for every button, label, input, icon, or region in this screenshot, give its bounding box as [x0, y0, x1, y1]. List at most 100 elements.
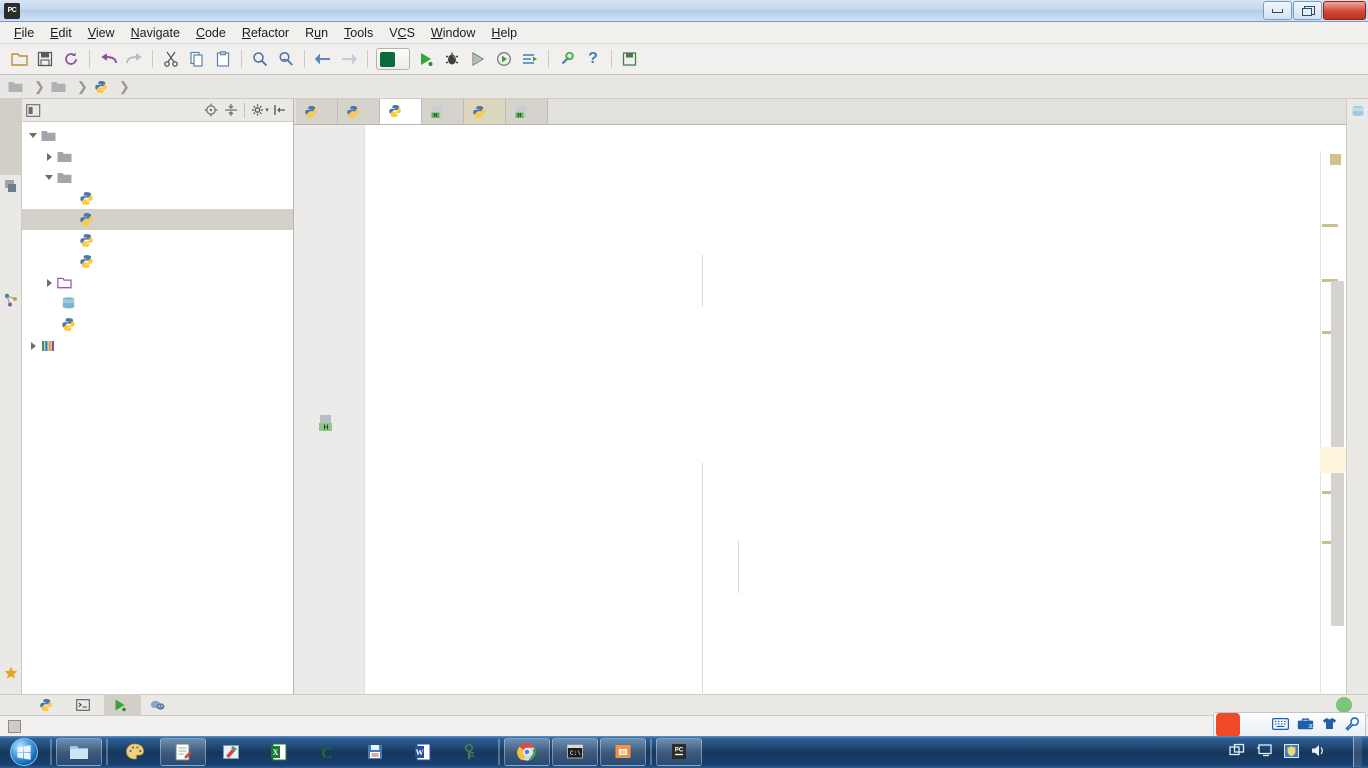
taskbar-save-icon[interactable]	[352, 738, 398, 766]
breadcrumb-item-app01[interactable]	[51, 80, 70, 93]
sogou-ime-bar[interactable]: 3D	[1213, 712, 1366, 738]
network-icon[interactable]	[1229, 743, 1246, 761]
save-all-icon[interactable]	[32, 47, 58, 71]
breadcrumb-item-day54[interactable]	[8, 80, 27, 93]
menu-refactor[interactable]: Refactor	[234, 24, 297, 42]
menu-window[interactable]: Window	[423, 24, 483, 42]
tree-node-init-py[interactable]	[22, 188, 293, 209]
sidebar-item-database[interactable]	[1346, 103, 1368, 131]
taskbar-cmd-icon[interactable]: C:\.	[552, 738, 598, 766]
taskbar-paint-icon[interactable]	[208, 738, 254, 766]
back-icon[interactable]	[310, 47, 336, 71]
menu-edit[interactable]: Edit	[42, 24, 80, 42]
bottom-tab-terminal[interactable]	[67, 694, 104, 716]
collapse-all-icon[interactable]	[222, 101, 240, 119]
twisty-right-icon[interactable]	[42, 152, 56, 161]
bottom-tab-todo[interactable]	[141, 694, 179, 716]
taskbar-word-icon[interactable]: W	[400, 738, 446, 766]
maximize-button[interactable]	[1293, 1, 1322, 20]
sogou-logo-icon[interactable]	[1216, 713, 1240, 737]
copy-icon[interactable]	[184, 47, 210, 71]
tree-node-settings-py[interactable]	[22, 209, 293, 230]
find-icon[interactable]	[247, 47, 273, 71]
run-configuration-selector[interactable]	[376, 48, 410, 70]
editor-gutter[interactable]: H	[294, 125, 365, 694]
menu-code[interactable]: Code	[188, 24, 234, 42]
twisty-down-icon[interactable]	[26, 133, 40, 138]
undo-icon[interactable]	[95, 47, 121, 71]
tree-node-templates[interactable]	[22, 272, 293, 293]
keyboard-icon[interactable]	[1272, 717, 1290, 733]
taskbar-pycharm-icon[interactable]: PC	[656, 738, 702, 766]
target-icon[interactable]	[202, 101, 220, 119]
taskbar-c-icon[interactable]: C	[304, 738, 350, 766]
tree-node-day54-root[interactable]	[22, 125, 293, 146]
shield-icon[interactable]	[1283, 743, 1300, 762]
sync-icon[interactable]	[58, 47, 84, 71]
find-replace-icon[interactable]	[273, 47, 299, 71]
tab-index-html[interactable]: H	[506, 99, 548, 124]
tab-cbv-html[interactable]: H	[422, 99, 464, 124]
help-icon[interactable]: ?	[580, 47, 606, 71]
event-log-button[interactable]	[1336, 697, 1368, 716]
start-orb-icon[interactable]	[1, 737, 47, 767]
menu-navigate[interactable]: Navigate	[123, 24, 188, 42]
coverage-icon[interactable]	[465, 47, 491, 71]
wrench-icon[interactable]	[1345, 716, 1359, 734]
toolbox-icon[interactable]: 3D	[1297, 717, 1315, 733]
profile-icon[interactable]	[491, 47, 517, 71]
menu-file[interactable]: File	[6, 24, 42, 42]
monitor-icon[interactable]	[1256, 743, 1273, 761]
menu-help[interactable]: Help	[483, 24, 525, 42]
taskbar-orange-app-icon[interactable]	[600, 738, 646, 766]
bottom-tab-run[interactable]	[104, 694, 141, 716]
inspection-status-icon[interactable]	[1330, 154, 1341, 165]
taskbar-excel-icon[interactable]: X	[256, 738, 302, 766]
project-tree[interactable]	[22, 122, 293, 694]
hide-icon[interactable]	[271, 101, 289, 119]
volume-icon[interactable]	[1310, 743, 1327, 761]
twisty-right-icon[interactable]	[42, 278, 56, 287]
tree-node-app01[interactable]	[22, 146, 293, 167]
cut-icon[interactable]	[158, 47, 184, 71]
close-button[interactable]	[1323, 1, 1366, 20]
code-editor[interactable]: H	[294, 125, 1346, 694]
menu-tools[interactable]: Tools	[336, 24, 381, 42]
skin-icon[interactable]	[1322, 717, 1337, 733]
menu-vcs[interactable]: VCS	[381, 24, 423, 42]
forward-icon[interactable]	[336, 47, 362, 71]
update-icon[interactable]	[8, 719, 21, 733]
editor-marker-bar[interactable]	[1320, 151, 1346, 694]
tab-settings-py[interactable]	[296, 99, 338, 124]
bottom-tab-python-console[interactable]	[30, 694, 67, 716]
run-icon[interactable]	[413, 47, 439, 71]
tab-shortcuts-py[interactable]	[464, 99, 506, 124]
debug-icon[interactable]	[439, 47, 465, 71]
menu-view[interactable]: View	[80, 24, 123, 42]
tree-node-urls-py[interactable]	[22, 230, 293, 251]
sidebar-item-structure[interactable]	[0, 203, 22, 289]
menu-run[interactable]: Run	[297, 24, 336, 42]
marker[interactable]	[1322, 224, 1338, 227]
taskbar-explorer-icon[interactable]	[56, 738, 102, 766]
tab-views-py[interactable]	[380, 99, 422, 124]
html-run-icon[interactable]: H	[318, 413, 338, 437]
twisty-right-icon[interactable]	[26, 341, 40, 350]
attach-icon[interactable]	[517, 47, 543, 71]
show-desktop-button[interactable]	[1353, 737, 1362, 767]
minimize-button[interactable]	[1263, 1, 1292, 20]
taskbar-chrome-icon[interactable]	[504, 738, 550, 766]
tree-node-wsgi-py[interactable]	[22, 251, 293, 272]
tab-urls-py[interactable]	[338, 99, 380, 124]
twisty-down-icon[interactable]	[42, 175, 56, 180]
taskbar-notepad-icon[interactable]	[160, 738, 206, 766]
tree-node-day54-package[interactable]	[22, 167, 293, 188]
taskbar-palette-icon[interactable]	[112, 738, 158, 766]
settings-icon[interactable]	[554, 47, 580, 71]
taskbar-tool-icon[interactable]	[448, 738, 494, 766]
tree-node-external-libraries[interactable]	[22, 335, 293, 356]
open-folder-icon[interactable]	[6, 47, 32, 71]
redo-icon[interactable]	[121, 47, 147, 71]
gear-icon[interactable]: ▾	[251, 101, 269, 119]
save-icon[interactable]	[617, 47, 643, 71]
